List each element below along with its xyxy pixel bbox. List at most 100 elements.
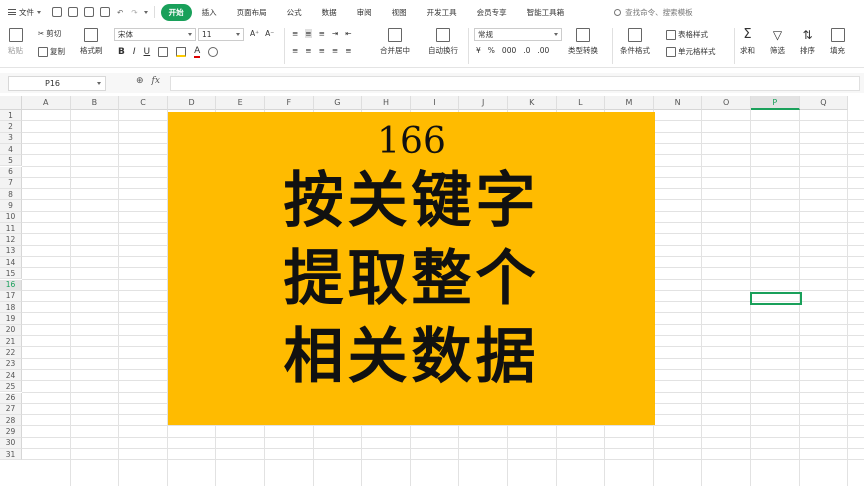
row-header-24[interactable]: 24 <box>0 369 22 382</box>
align-top-icon[interactable]: ≡ <box>292 29 298 38</box>
paste-button[interactable]: 粘贴 <box>8 28 23 56</box>
justify-icon[interactable]: ≡ <box>332 46 338 55</box>
tab-review[interactable]: 审阅 <box>347 7 382 18</box>
save-icon[interactable] <box>52 7 62 17</box>
column-header-c[interactable]: C <box>119 96 168 110</box>
column-header-k[interactable]: K <box>508 96 557 110</box>
indent-icon[interactable]: ⇥ <box>332 29 338 38</box>
filter-button[interactable]: ▽ 筛选 <box>770 28 785 56</box>
row-header-22[interactable]: 22 <box>0 347 22 359</box>
more-icon[interactable] <box>143 10 148 14</box>
tab-smart-toolbox[interactable]: 智能工具箱 <box>517 7 575 18</box>
align-left-icon[interactable]: ≡ <box>292 46 298 55</box>
cut-button[interactable]: ✂ 剪切 <box>38 28 61 39</box>
command-search[interactable]: 查找命令、搜索模板 <box>614 7 693 18</box>
row-header-30[interactable]: 30 <box>0 437 22 449</box>
tab-data[interactable]: 数据 <box>312 7 347 18</box>
row-header-14[interactable]: 14 <box>0 256 22 269</box>
row-header-25[interactable]: 25 <box>0 381 22 393</box>
tab-developer[interactable]: 开发工具 <box>417 7 467 18</box>
column-header-m[interactable]: M <box>605 96 654 110</box>
row-header-23[interactable]: 23 <box>0 358 22 370</box>
sort-button[interactable]: ⇅ 排序 <box>800 28 815 56</box>
table-style-button[interactable]: 表格样式 <box>666 29 708 40</box>
currency-button[interactable]: ¥ <box>476 46 481 55</box>
merge-center-button[interactable]: 合并居中 <box>380 28 410 56</box>
row-header-3[interactable]: 3 <box>0 132 22 144</box>
row-header-5[interactable]: 5 <box>0 155 22 167</box>
font-size-select[interactable]: 11 <box>198 28 244 41</box>
print-preview-icon[interactable] <box>100 7 110 17</box>
row-header-9[interactable]: 9 <box>0 200 22 212</box>
bold-button[interactable]: B <box>118 47 125 57</box>
row-header-31[interactable]: 31 <box>0 449 22 461</box>
column-header-e[interactable]: E <box>216 96 265 110</box>
percent-button[interactable]: % <box>488 46 495 55</box>
row-header-18[interactable]: 18 <box>0 302 22 314</box>
row-header-17[interactable]: 17 <box>0 290 22 303</box>
row-header-19[interactable]: 19 <box>0 313 22 325</box>
column-header-o[interactable]: O <box>702 96 751 110</box>
row-header-8[interactable]: 8 <box>0 189 22 201</box>
column-header-d[interactable]: D <box>167 96 217 110</box>
align-bottom-icon[interactable]: ≡ <box>319 29 325 38</box>
undo-icon[interactable]: ↶ <box>117 8 123 17</box>
column-header-i[interactable]: I <box>410 96 460 110</box>
align-right-icon[interactable]: ≡ <box>319 46 325 55</box>
column-header-h[interactable]: H <box>362 96 411 110</box>
column-header-b[interactable]: B <box>70 96 120 110</box>
thousands-button[interactable]: 000 <box>502 46 516 55</box>
column-header-n[interactable]: N <box>653 96 703 110</box>
underline-button[interactable]: U <box>144 47 151 57</box>
align-middle-icon[interactable]: ≡ <box>305 29 312 38</box>
row-header-12[interactable]: 12 <box>0 234 22 246</box>
italic-button[interactable]: I <box>133 47 136 57</box>
row-header-16[interactable]: 16 <box>0 279 22 291</box>
tab-insert[interactable]: 插入 <box>192 7 227 18</box>
row-header-21[interactable]: 21 <box>0 336 22 348</box>
column-header-j[interactable]: J <box>459 96 508 110</box>
name-box[interactable]: P16 <box>8 76 106 91</box>
row-header-10[interactable]: 10 <box>0 211 22 223</box>
column-header-g[interactable]: G <box>313 96 363 110</box>
column-header-p[interactable]: P <box>751 96 800 110</box>
row-header-27[interactable]: 27 <box>0 403 22 416</box>
tab-member[interactable]: 会员专享 <box>467 7 517 18</box>
row-header-11[interactable]: 11 <box>0 223 22 235</box>
outdent-icon[interactable]: ⇤ <box>345 29 351 38</box>
fill-color-icon[interactable] <box>176 47 187 57</box>
column-header-f[interactable]: F <box>265 96 314 110</box>
row-header-2[interactable]: 2 <box>0 121 22 133</box>
redo-icon[interactable]: ↷ <box>131 8 137 17</box>
fill-button[interactable]: 填充 <box>830 28 845 56</box>
row-header-4[interactable]: 4 <box>0 143 22 156</box>
type-convert-button[interactable]: 类型转换 <box>568 28 598 56</box>
increase-decimal-icon[interactable]: .0 <box>523 46 530 55</box>
tab-formulas[interactable]: 公式 <box>277 7 312 18</box>
align-center-icon[interactable]: ≡ <box>305 46 311 55</box>
row-header-6[interactable]: 6 <box>0 166 22 178</box>
column-header-a[interactable]: A <box>22 96 71 110</box>
decrease-font-icon[interactable]: A⁻ <box>265 29 274 38</box>
cell-style-button[interactable]: 单元格样式 <box>666 46 716 57</box>
font-color-icon[interactable]: A <box>194 46 201 58</box>
border-icon[interactable] <box>158 47 169 57</box>
increase-font-icon[interactable]: A⁺ <box>250 29 259 38</box>
column-header-l[interactable]: L <box>556 96 606 110</box>
row-header-26[interactable]: 26 <box>0 392 22 404</box>
sum-button[interactable]: Σ 求和 <box>740 28 755 56</box>
copy-button[interactable]: 复制 <box>38 46 65 57</box>
wrap-text-button[interactable]: 自动换行 <box>428 28 458 56</box>
formula-input[interactable] <box>170 76 860 91</box>
row-header-1[interactable]: 1 <box>0 110 22 122</box>
insert-function-button[interactable]: fx <box>152 76 160 86</box>
row-header-15[interactable]: 15 <box>0 268 22 280</box>
tab-view[interactable]: 视图 <box>382 7 417 18</box>
clear-format-icon[interactable] <box>208 47 219 57</box>
distributed-icon[interactable]: ≡ <box>345 46 351 55</box>
tab-home[interactable]: 开始 <box>160 3 192 21</box>
select-all-corner[interactable] <box>0 96 22 110</box>
row-header-13[interactable]: 13 <box>0 245 22 257</box>
file-menu[interactable]: 文件 <box>0 7 49 18</box>
tab-page-layout[interactable]: 页面布局 <box>227 7 277 18</box>
